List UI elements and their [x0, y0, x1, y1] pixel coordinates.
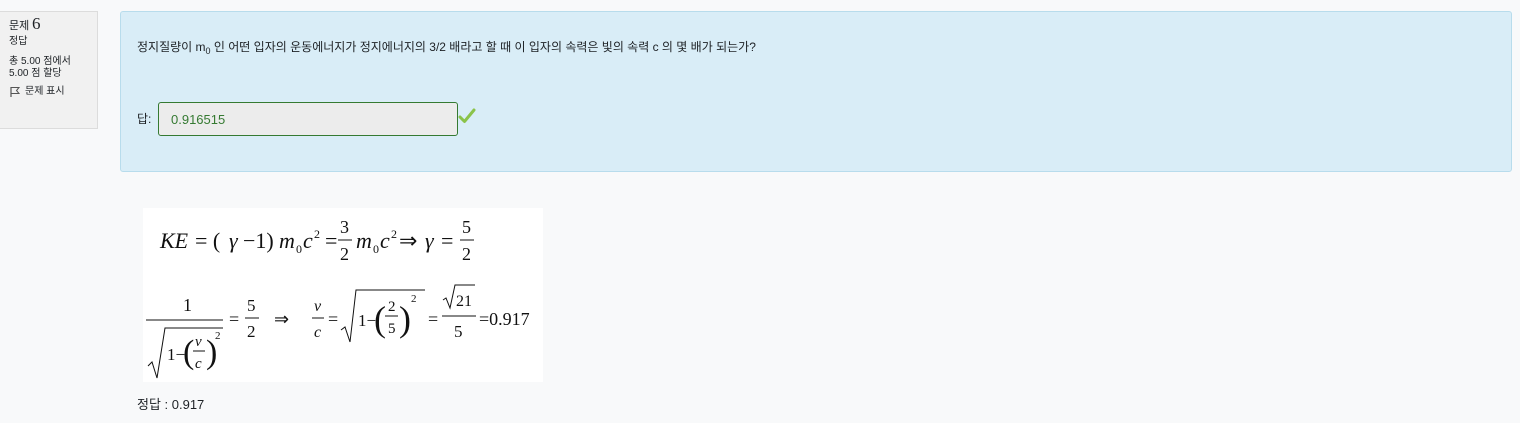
- svg-text:m: m: [279, 228, 295, 253]
- solution-formula-image: KE = ( γ −1) m 0 c 2 = 3 2 m 0 c 2 ⇒ γ =…: [143, 208, 543, 382]
- grade-line-1: 총 5.00 점에서: [9, 56, 71, 67]
- question-state: 정답: [9, 36, 28, 47]
- svg-text:2: 2: [340, 244, 349, 264]
- question-number: 문제 6: [9, 15, 97, 33]
- svg-text:2: 2: [247, 322, 256, 341]
- correct-check-icon: [458, 108, 476, 129]
- svg-text:2: 2: [215, 330, 221, 342]
- question-label: 문제: [9, 20, 30, 32]
- svg-text:2: 2: [314, 227, 320, 241]
- svg-text:2: 2: [462, 244, 471, 264]
- flag-icon: [9, 86, 21, 98]
- svg-text:3: 3: [340, 217, 349, 237]
- svg-text:5: 5: [454, 322, 463, 341]
- svg-text:21: 21: [456, 293, 472, 310]
- answer-input[interactable]: [158, 102, 458, 136]
- svg-text:c: c: [380, 228, 390, 253]
- svg-text:5: 5: [388, 321, 396, 337]
- flag-question-button[interactable]: 문제 표시: [9, 86, 97, 98]
- svg-text:=: =: [229, 309, 239, 329]
- question-grade: 총 5.00 점에서 5.00 점 할당: [9, 56, 97, 80]
- svg-text:c: c: [314, 324, 321, 341]
- svg-text:5: 5: [247, 296, 256, 315]
- svg-text:v: v: [195, 334, 202, 350]
- svg-text:γ: γ: [229, 228, 239, 253]
- grade-line-2: 5.00 점 할당: [9, 68, 62, 79]
- svg-text:⇒: ⇒: [274, 309, 289, 329]
- question-text-after: 인 어떤 입자의 운동에너지가 정지에너지의 3/2 배라고 할 때 이 입자의…: [210, 40, 756, 54]
- svg-text:v: v: [314, 298, 322, 315]
- svg-text:KE: KE: [159, 228, 189, 253]
- svg-text:=: =: [441, 228, 453, 253]
- svg-text:γ: γ: [425, 228, 435, 253]
- right-answer-text: 정답 : 0.917: [137, 397, 205, 412]
- svg-text:=: =: [325, 228, 337, 253]
- svg-text:−1): −1): [243, 228, 274, 253]
- svg-text:= (: = (: [195, 228, 220, 253]
- svg-text:2: 2: [411, 293, 417, 305]
- svg-text:(: (: [183, 334, 194, 371]
- question-text: 정지질량이 m0 인 어떤 입자의 운동에너지가 정지에너지의 3/2 배라고 …: [137, 38, 756, 56]
- svg-text:=: =: [328, 309, 338, 329]
- question-number-value: 6: [32, 14, 41, 33]
- svg-text:(: (: [374, 299, 386, 339]
- svg-text:): ): [399, 299, 411, 339]
- svg-text:c: c: [303, 228, 313, 253]
- question-formulation: 정지질량이 m0 인 어떤 입자의 운동에너지가 정지에너지의 3/2 배라고 …: [120, 11, 1512, 172]
- svg-text:1: 1: [183, 295, 192, 315]
- question-text-before: 정지질량이 m: [137, 40, 206, 54]
- svg-text:=: =: [428, 309, 438, 329]
- svg-text:⇒: ⇒: [399, 228, 417, 253]
- svg-text:=0.917: =0.917: [479, 309, 530, 329]
- svg-text:5: 5: [462, 217, 471, 237]
- answer-label: 답:: [137, 112, 152, 126]
- svg-text:2: 2: [388, 299, 396, 315]
- question-info: 문제 6 정답 총 5.00 점에서 5.00 점 할당 문제 표시: [0, 11, 98, 129]
- flag-label: 문제 표시: [25, 86, 65, 97]
- svg-text:m: m: [356, 228, 372, 253]
- svg-text:0: 0: [373, 242, 379, 256]
- svg-text:c: c: [195, 356, 202, 372]
- svg-text:0: 0: [296, 242, 302, 256]
- svg-text:2: 2: [391, 227, 397, 241]
